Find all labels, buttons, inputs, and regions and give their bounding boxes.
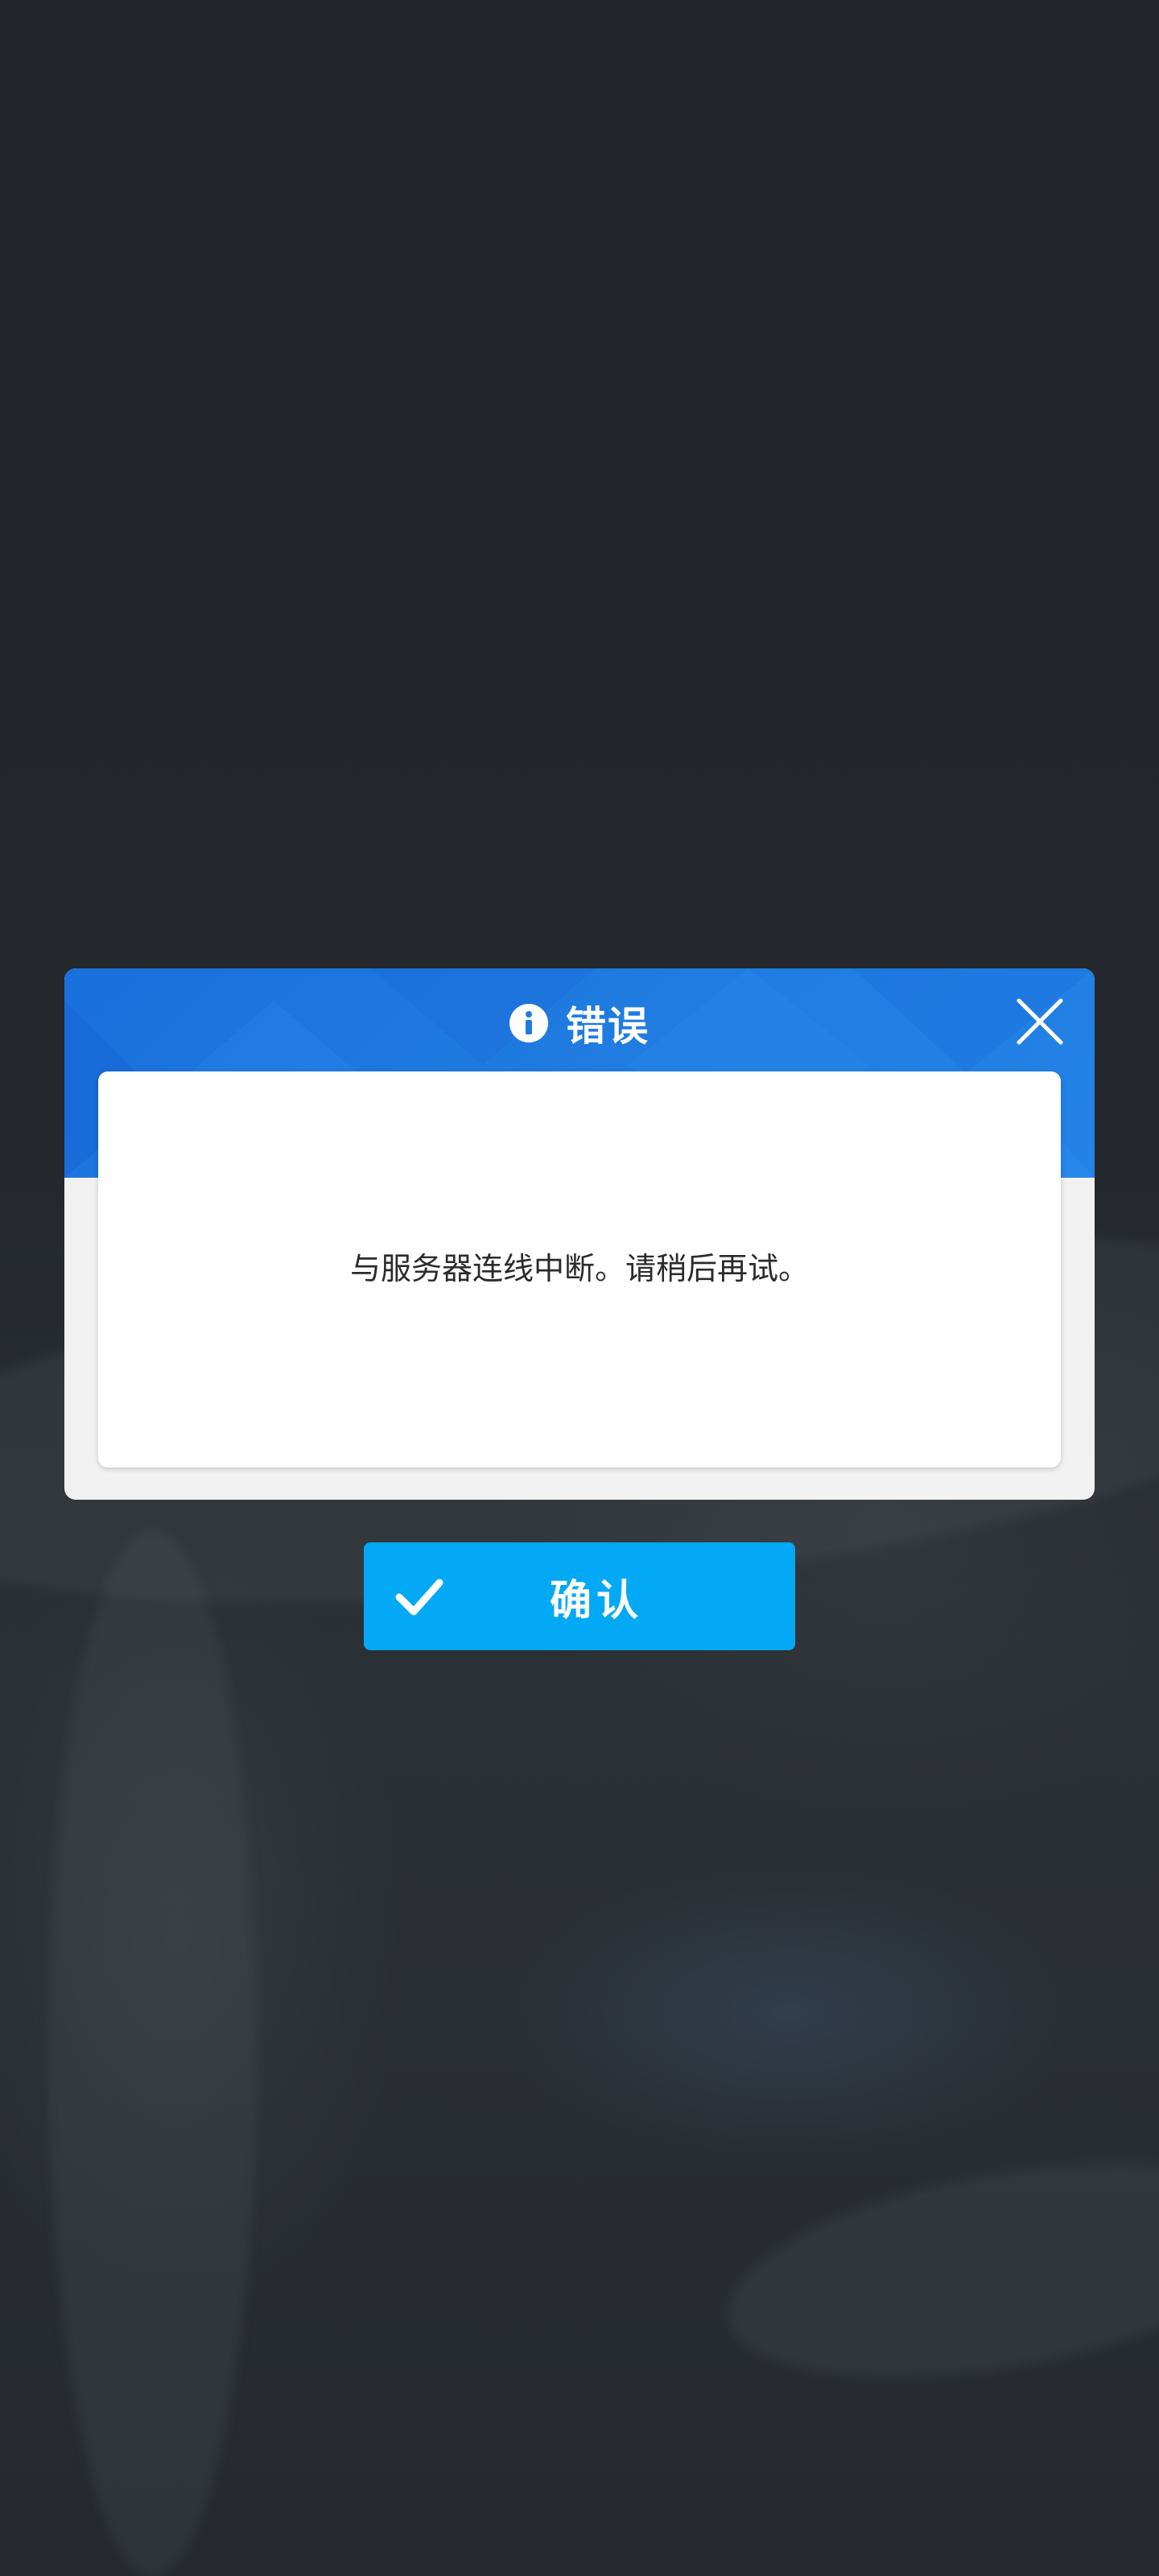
confirm-label: 确认 <box>549 1576 643 1625</box>
dialog-title: 错误 <box>64 983 1095 1063</box>
backdrop-shape <box>48 1530 258 2576</box>
error-message: 与服务器连线中断。请稍后再试。 <box>349 1251 809 1287</box>
info-icon <box>509 1004 548 1042</box>
close-button[interactable] <box>1014 996 1066 1047</box>
error-dialog: 错误 与服务器连线中断。请稍后再试。 <box>64 968 1095 1500</box>
confirm-button[interactable]: 确认 <box>364 1542 795 1650</box>
dialog-title-text: 错误 <box>566 1003 650 1050</box>
dialog-content: 与服务器连线中断。请稍后再试。 <box>98 1071 1061 1468</box>
backdrop-shape <box>711 2126 1159 2414</box>
close-icon <box>1017 998 1063 1045</box>
